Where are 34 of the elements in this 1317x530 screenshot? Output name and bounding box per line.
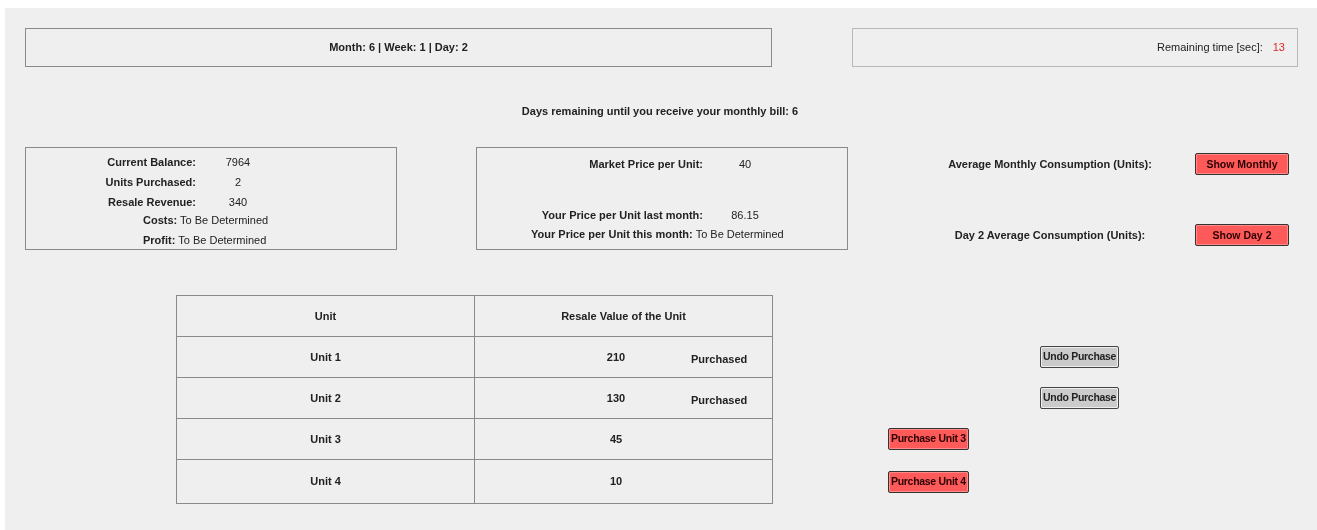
info-value: 40 xyxy=(737,157,753,173)
column-header: Unit xyxy=(176,295,475,337)
info-label: Resale Revenue: xyxy=(106,195,196,211)
resale-value: 210 xyxy=(605,349,627,365)
show-button[interactable]: Show Monthly xyxy=(1195,153,1289,175)
show-button[interactable]: Show Day 2 xyxy=(1195,224,1289,246)
resale-value: 10 xyxy=(608,474,624,490)
table-cell: Unit 4 xyxy=(176,459,475,504)
consumption-label: Average Monthly Consumption (Units): xyxy=(947,156,1153,172)
info-label: Units Purchased: xyxy=(104,175,196,191)
undo-purchase-button[interactable]: Undo Purchase xyxy=(1040,386,1120,409)
column-header: Resale Value of the Unit xyxy=(474,295,773,337)
info-line: Costs: To Be Determined xyxy=(143,213,269,229)
info-value: 7964 xyxy=(224,155,252,171)
info-line: Profit: To Be Determined xyxy=(143,233,267,249)
purchase-status: Purchased xyxy=(691,392,748,408)
info-value: 86.15 xyxy=(730,208,760,224)
consumption-label: Day 2 Average Consumption (Units): xyxy=(953,227,1147,243)
purchase-status: Purchased xyxy=(691,351,748,367)
info-label: Market Price per Unit: xyxy=(588,157,703,173)
info-label: Your Price per Unit last month: xyxy=(540,208,703,224)
info-value: 2 xyxy=(233,175,243,191)
info-value: 340 xyxy=(227,195,249,211)
undo-purchase-button[interactable]: Undo Purchase xyxy=(1040,345,1120,368)
date-text: Month: 6 | Week: 1 | Day: 2 xyxy=(329,40,468,56)
info-line: Your Price per Unit this month: To Be Determined xyxy=(531,227,784,243)
resale-value: 130 xyxy=(605,390,627,406)
bill-notice: Days remaining until you receive your monthly bill: 6 xyxy=(520,104,800,119)
timer-label: Remaining time [sec]: xyxy=(1157,40,1263,56)
purchase-button[interactable]: Purchase Unit 4 xyxy=(888,470,969,493)
resale-value: 45 xyxy=(608,431,624,447)
info-label: Current Balance: xyxy=(106,155,196,171)
timer-value: 13 xyxy=(1272,40,1285,56)
purchase-button[interactable]: Purchase Unit 3 xyxy=(888,427,969,450)
